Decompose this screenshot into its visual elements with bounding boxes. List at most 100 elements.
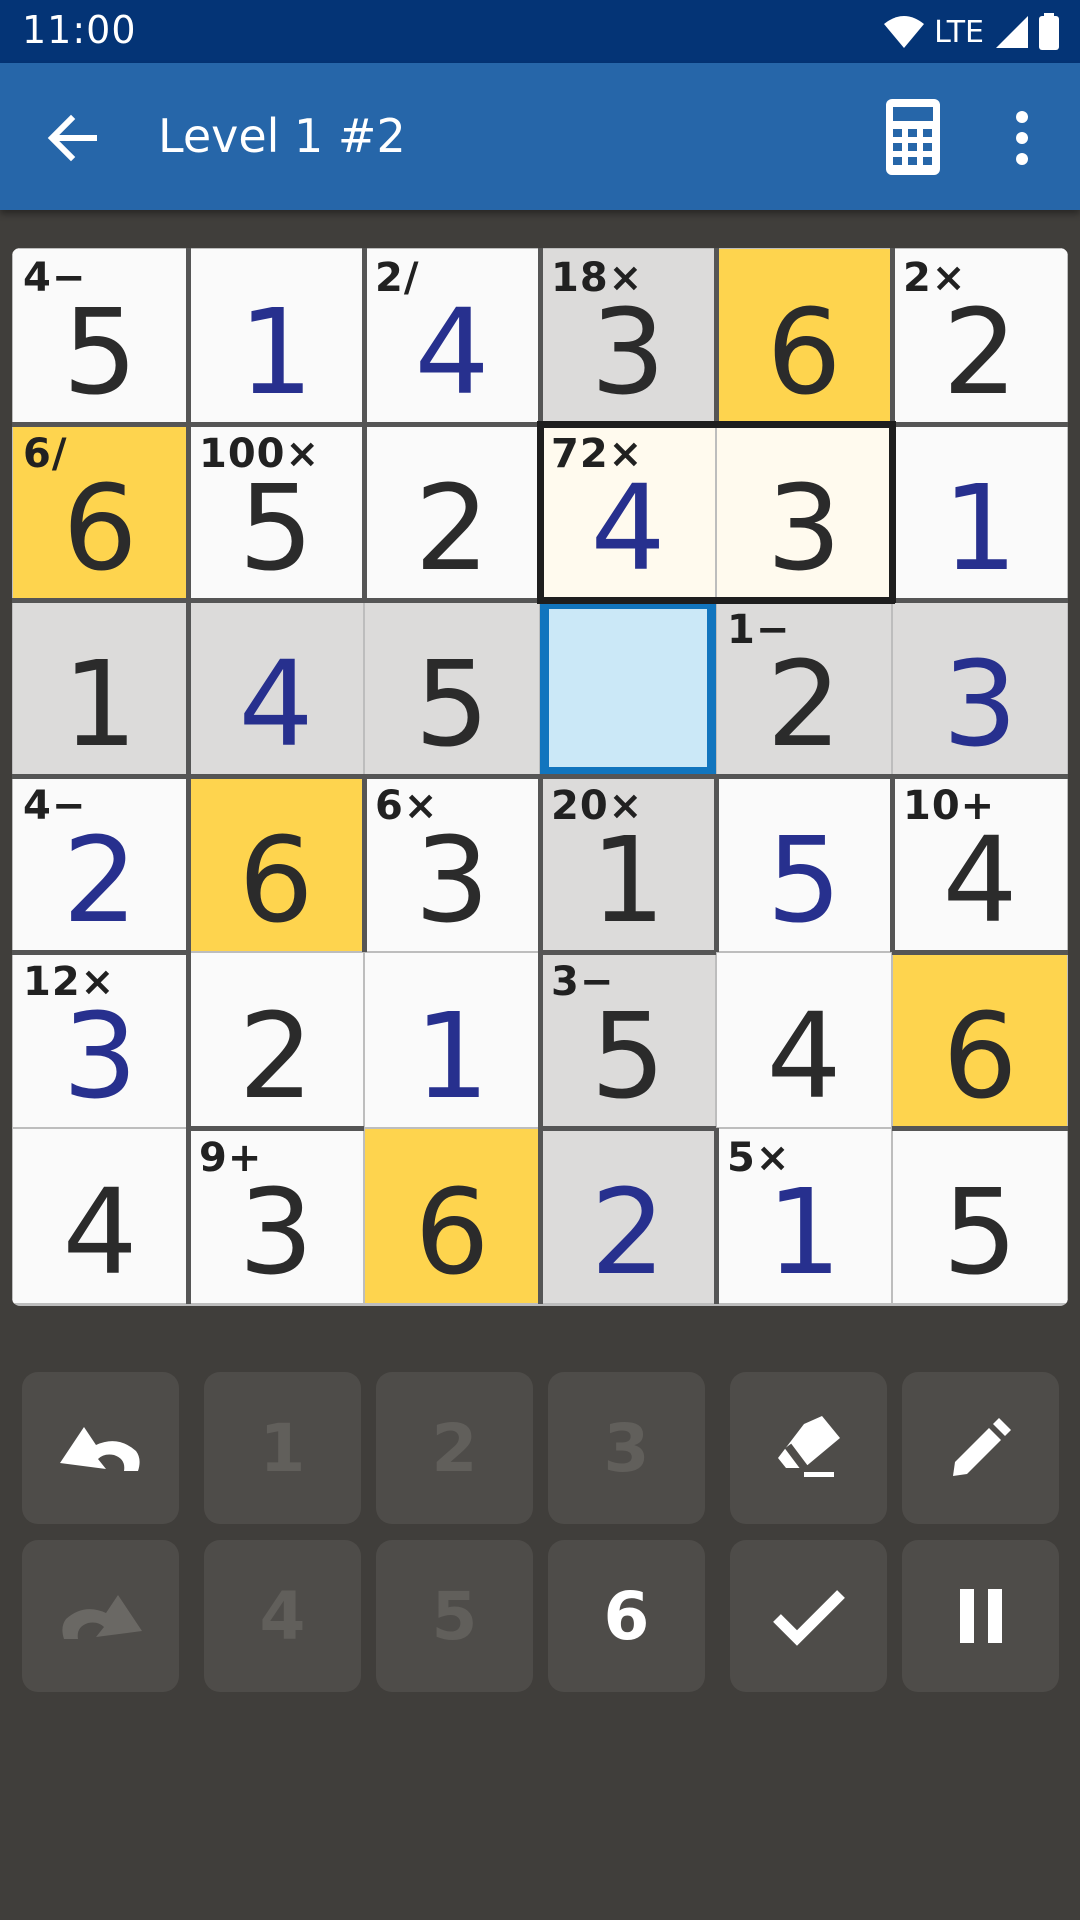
entered-digit: 3 <box>942 635 1018 773</box>
grid-cell[interactable]: 6 <box>716 248 892 424</box>
given-digit: 6 <box>238 811 314 949</box>
given-digit: 2 <box>942 283 1018 421</box>
cage-border <box>12 774 540 779</box>
redo-button[interactable] <box>22 1540 179 1692</box>
entered-digit: 1 <box>766 1163 842 1301</box>
grid-cell[interactable]: 1 <box>892 424 1068 600</box>
grid-cell[interactable]: 1 <box>188 248 364 424</box>
grid-cell[interactable]: 6 <box>364 1128 540 1304</box>
grid-cell[interactable]: 9+ 3 <box>188 1128 364 1304</box>
grid-cell[interactable]: 2 <box>540 1128 716 1304</box>
cage-border <box>892 950 1068 955</box>
given-digit: 5 <box>414 635 490 773</box>
key-label: 3 <box>603 1409 650 1487</box>
back-button[interactable] <box>42 107 104 169</box>
entered-digit: 2 <box>62 811 138 949</box>
entered-digit: 2 <box>590 1163 666 1301</box>
grid-cell[interactable]: 1− 2 <box>716 600 892 776</box>
cage-border <box>540 1126 716 1131</box>
given-digit: 4 <box>942 811 1018 949</box>
grid-cell[interactable]: 72× 4 <box>540 424 716 600</box>
grid-cell[interactable]: 2 <box>188 952 364 1128</box>
cage-border <box>188 1126 364 1131</box>
grid-cell[interactable]: 5 <box>716 776 892 952</box>
redo-icon <box>56 1581 146 1651</box>
undo-icon <box>56 1413 146 1483</box>
calculator-button[interactable] <box>882 97 944 177</box>
battery-icon <box>1039 13 1059 50</box>
key-label: 4 <box>259 1577 306 1655</box>
grid-cell[interactable]: 2/4 <box>364 248 540 424</box>
given-digit: 6 <box>766 283 842 421</box>
cage-border <box>892 1126 1068 1131</box>
active-cage-border <box>537 421 544 603</box>
undo-button[interactable] <box>22 1372 179 1524</box>
digit-4-button[interactable]: 4 <box>204 1540 361 1692</box>
cage-border <box>12 598 540 603</box>
grid-cell[interactable]: 3 <box>892 600 1068 776</box>
grid-cell[interactable]: 12× 3 <box>12 952 188 1128</box>
cage-border <box>714 1128 719 1304</box>
grid-cell[interactable]: 5 <box>364 600 540 776</box>
key-label: 5 <box>431 1577 478 1655</box>
pencil-icon <box>949 1416 1013 1480</box>
given-digit: 3 <box>590 283 666 421</box>
grid-cell[interactable]: 18× 3 <box>540 248 716 424</box>
cage-border <box>186 424 191 600</box>
overflow-menu-button[interactable] <box>1000 103 1044 173</box>
grid-cell[interactable]: 6× 3 <box>364 776 540 952</box>
grid-cell[interactable]: 5× 1 <box>716 1128 892 1304</box>
check-button[interactable] <box>730 1540 887 1692</box>
eraser-button[interactable] <box>730 1372 887 1524</box>
active-cage-border <box>537 597 895 604</box>
grid-cell[interactable]: 5 <box>892 1128 1068 1304</box>
grid-cell[interactable]: 3− 5 <box>540 952 716 1128</box>
grid-cell[interactable]: 4 <box>716 952 892 1128</box>
grid-cell[interactable]: 4− 2 <box>12 776 188 952</box>
grid-cell[interactable]: 1 <box>12 600 188 776</box>
digit-6-button[interactable]: 6 <box>548 1540 705 1692</box>
grid-cell[interactable]: 20× 1 <box>540 776 716 952</box>
grid-cell[interactable]: 3 <box>716 424 892 600</box>
selected-grid-cell[interactable] <box>540 600 716 776</box>
page-title: Level 1 #2 <box>158 109 406 163</box>
wifi-icon <box>884 16 925 48</box>
check-icon <box>772 1586 845 1646</box>
pencil-button[interactable] <box>902 1372 1059 1524</box>
cage-border <box>12 950 188 955</box>
digit-3-button[interactable]: 3 <box>548 1372 705 1524</box>
grid-cell[interactable]: 1 <box>364 952 540 1128</box>
given-digit: 4 <box>62 1163 138 1301</box>
cage-border <box>890 776 895 952</box>
given-digit: 5 <box>238 459 314 597</box>
grid-cell[interactable]: 6 <box>188 776 364 952</box>
status-time: 11:00 <box>22 8 137 52</box>
digit-5-button[interactable]: 5 <box>376 1540 533 1692</box>
status-icons: LTE <box>882 10 1060 54</box>
grid-cell[interactable]: 4 <box>12 1128 188 1304</box>
entered-digit: 4 <box>590 459 666 597</box>
grid-cell[interactable]: 4− 5 <box>12 248 188 424</box>
given-digit: 3 <box>414 811 490 949</box>
entered-digit: 3 <box>62 987 138 1125</box>
grid-cell[interactable]: 10+ 4 <box>892 776 1068 952</box>
cage-border <box>716 774 1068 779</box>
digit-1-button[interactable]: 1 <box>204 1372 361 1524</box>
pause-button[interactable] <box>902 1540 1059 1692</box>
given-digit: 5 <box>590 987 666 1125</box>
pause-icon <box>956 1587 1006 1645</box>
cage-border <box>186 248 191 424</box>
cage-border <box>540 774 716 779</box>
network-type-label: LTE <box>934 14 984 50</box>
digit-2-button[interactable]: 2 <box>376 1372 533 1524</box>
cage-border <box>892 598 1068 603</box>
grid-cell[interactable]: 6/6 <box>12 424 188 600</box>
given-digit: 6 <box>942 987 1018 1125</box>
grid-cell[interactable]: 100× 5 <box>188 424 364 600</box>
grid-cell[interactable]: 2 <box>364 424 540 600</box>
grid-cell[interactable]: 6 <box>892 952 1068 1128</box>
cage-border <box>540 950 716 955</box>
grid-cell[interactable]: 4 <box>188 600 364 776</box>
grid-cell[interactable]: 2× 2 <box>892 248 1068 424</box>
app-bar: Level 1 #2 <box>0 63 1080 210</box>
